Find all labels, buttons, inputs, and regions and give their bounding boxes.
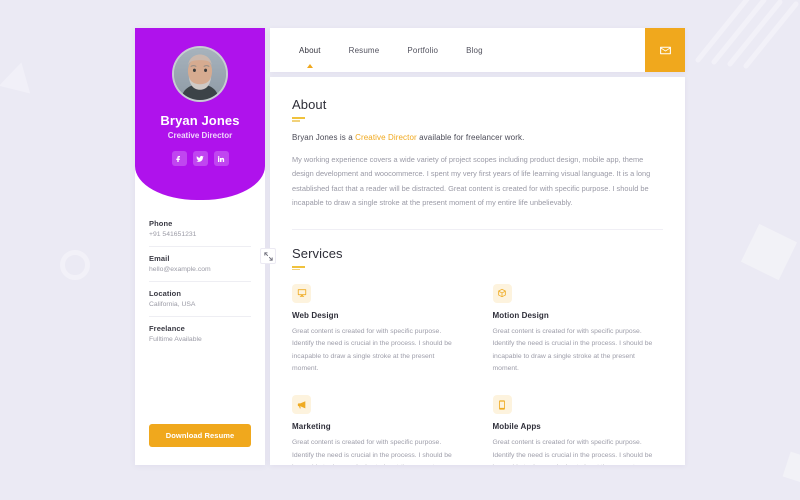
about-body: My working experience covers a wide vari… [292,155,651,208]
nav-item-portfolio[interactable]: Portfolio [394,40,451,61]
background-triangle-decoration [0,58,37,94]
profile-banner: Bryan Jones Creative Director [135,28,265,200]
about-section: About Bryan Jones is a Creative Director… [270,77,685,230]
services-grid: Web Design Great content is created for … [292,283,664,465]
contact-item-email: Email hello@example.com [149,247,251,282]
profile-role: Creative Director [167,131,233,140]
resize-cursor-icon [263,251,273,261]
contact-item-phone: Phone +91 541651231 [149,212,251,247]
active-tab-caret-icon [306,63,313,68]
social-link-twitter[interactable] [192,151,208,166]
contact-value: +91 541651231 [149,231,197,238]
nav-item-label: Blog [466,45,483,55]
contact-label: Phone [149,219,173,228]
service-desc: Great content is created for with specif… [492,327,653,373]
about-title: About [292,97,327,112]
title-underline-decoration [292,265,305,271]
sidebar: Bryan Jones Creative Director Phone +91 … [135,28,265,465]
services-section: Services Web Design Great content is cre… [270,230,685,465]
service-desc: Great content is created for with specif… [492,439,653,465]
about-lead-highlight: Creative Director [355,133,417,142]
nav-item-label: Resume [348,45,380,55]
content-panel: About Bryan Jones is a Creative Director… [270,77,685,465]
mobile-icon [499,399,505,410]
contact-label: Location [149,289,182,298]
service-desc: Great content is created for with specif… [292,439,452,465]
facebook-icon [176,155,180,162]
nav-item-label: Portfolio [407,45,439,55]
sidebar-footer: Download Resume [135,424,265,465]
avatar [172,46,228,102]
about-lead-before: Bryan Jones is a [292,133,356,142]
contact-list: Phone +91 541651231 Email hello@example.… [135,200,265,351]
service-icon-wrap [492,283,512,303]
service-icon-wrap [492,395,512,414]
envelope-icon [659,46,671,54]
contact-item-freelance: Freelance Fulltime Available [149,317,251,351]
title-underline-decoration [292,117,305,122]
services-title: Services [292,245,343,261]
megaphone-icon [297,400,305,408]
cursor-overlay [260,248,276,264]
service-icon-wrap [292,283,311,303]
monitor-icon [297,289,306,297]
service-card-motion-design[interactable]: Motion Design Great content is created f… [492,283,664,376]
nav-item-label: About [299,45,321,55]
background-square-decoration-2 [782,451,800,485]
service-icon-wrap [292,395,311,414]
linkedin-icon [217,155,225,162]
service-name: Motion Design [492,310,549,320]
service-card-web-design[interactable]: Web Design Great content is created for … [292,283,463,376]
portfolio-app: Bryan Jones Creative Director Phone +91 … [135,28,685,465]
contact-item-location: Location California, USA [149,282,251,317]
nav-item-about[interactable]: About [286,40,334,68]
nav-items: About Resume Portfolio Blog [270,28,645,72]
contact-value: Fulltime Available [149,336,202,343]
contact-value: hello@example.com [149,266,211,273]
service-card-marketing[interactable]: Marketing Great content is created for w… [292,395,463,465]
service-name: Mobile Apps [492,422,541,431]
about-lead: Bryan Jones is a Creative Director avail… [292,133,663,142]
contact-label: Email [149,254,170,263]
background-square-decoration [740,223,798,281]
contact-value: California, USA [149,301,196,308]
profile-name: Bryan Jones [160,113,240,128]
background-stripes-decoration [695,0,799,69]
contact-mail-button[interactable] [645,28,685,72]
cube-icon [498,289,506,298]
about-lead-after: available for freelancer work. [416,133,525,142]
nav-item-resume[interactable]: Resume [336,40,393,61]
download-resume-button[interactable]: Download Resume [149,424,251,447]
social-link-linkedin[interactable] [213,151,229,166]
service-card-mobile-apps[interactable]: Mobile Apps Great content is created for… [492,395,664,465]
nav-item-blog[interactable]: Blog [453,40,496,61]
contact-label: Freelance [149,324,185,333]
background-circle-decoration [60,250,90,280]
service-desc: Great content is created for with specif… [292,327,452,373]
social-link-facebook[interactable] [171,151,187,166]
social-links [171,151,229,166]
sidebar-profile-header: Bryan Jones Creative Director [135,28,265,200]
navbar: About Resume Portfolio Blog [270,28,685,72]
main-column: About Resume Portfolio Blog About Bryan … [270,28,685,465]
service-name: Marketing [292,422,331,431]
service-name: Web Design [292,310,339,320]
twitter-icon [196,155,204,162]
